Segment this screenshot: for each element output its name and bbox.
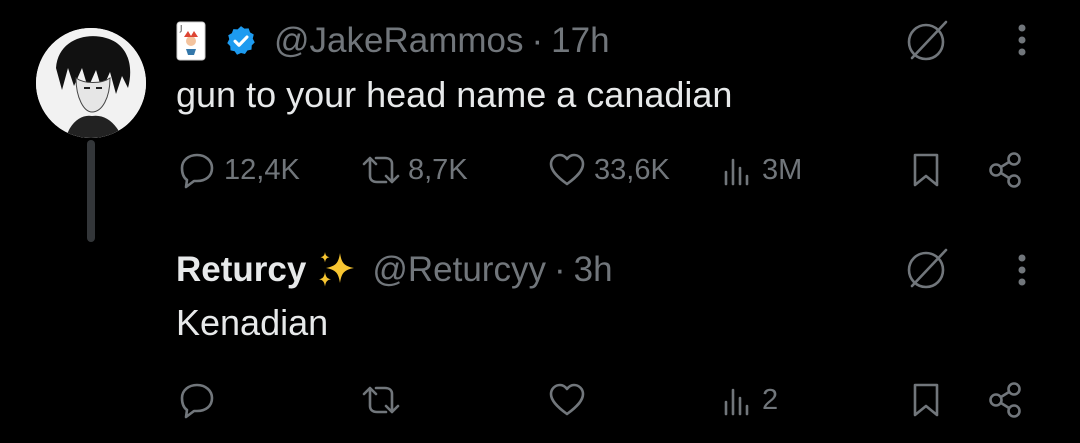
reply-count: 12,4K	[224, 153, 300, 186]
bookmark-icon[interactable]	[908, 150, 944, 195]
separator-dot: ·	[531, 21, 544, 60]
views-button[interactable]: 2	[718, 380, 778, 420]
like-count: 33,6K	[594, 153, 670, 186]
like-button[interactable]: 33,6K	[546, 150, 670, 190]
grok-icon[interactable]	[900, 14, 956, 71]
reply-button[interactable]: 12,4K	[176, 150, 300, 190]
retweet-button[interactable]	[356, 380, 406, 420]
tweet-text: gun to your head name a canadian	[176, 74, 733, 115]
reply-author-name[interactable]: Returcy	[176, 250, 306, 290]
like-button[interactable]	[546, 380, 588, 420]
retweet-icon	[362, 156, 400, 184]
reply-timestamp[interactable]: 3h	[574, 250, 613, 290]
share-icon[interactable]	[984, 150, 1028, 195]
more-options-icon[interactable]	[1012, 22, 1032, 67]
tweet-header: J @JakeRammos · 17h	[176, 20, 610, 62]
joker-card-emoji: J	[176, 21, 206, 61]
reply-icon	[180, 383, 214, 419]
retweet-button[interactable]: 8,7K	[356, 150, 468, 190]
views-count: 2	[762, 383, 779, 416]
views-button[interactable]: 3M	[718, 150, 802, 190]
more-options-icon[interactable]	[1012, 252, 1032, 297]
views-icon	[724, 388, 749, 416]
bookmark-icon[interactable]	[908, 380, 944, 425]
tweet-timestamp[interactable]: 17h	[551, 21, 609, 61]
reply-header: Returcy @Returcyy · 3h	[176, 248, 613, 292]
reply-button[interactable]	[176, 380, 218, 420]
svg-text:J: J	[179, 24, 182, 33]
heart-icon	[549, 383, 585, 416]
views-icon	[724, 158, 749, 186]
thread-line	[87, 140, 95, 242]
verified-badge-icon[interactable]	[224, 24, 258, 58]
share-icon[interactable]	[984, 380, 1028, 425]
tweet-author-handle[interactable]: @JakeRammos	[274, 21, 523, 61]
avatar[interactable]	[36, 28, 146, 138]
avatar-image	[36, 28, 146, 138]
separator-dot: ·	[553, 250, 566, 289]
sparkles-emoji	[316, 250, 360, 290]
heart-icon	[549, 153, 585, 186]
retweet-count: 8,7K	[408, 153, 468, 186]
reply-text: Kenadian	[176, 302, 329, 343]
reply-icon	[180, 153, 214, 189]
grok-icon[interactable]	[900, 242, 956, 299]
views-count: 3M	[762, 153, 803, 186]
retweet-icon	[362, 386, 400, 414]
reply-author-handle[interactable]: @Returcyy	[372, 250, 546, 290]
